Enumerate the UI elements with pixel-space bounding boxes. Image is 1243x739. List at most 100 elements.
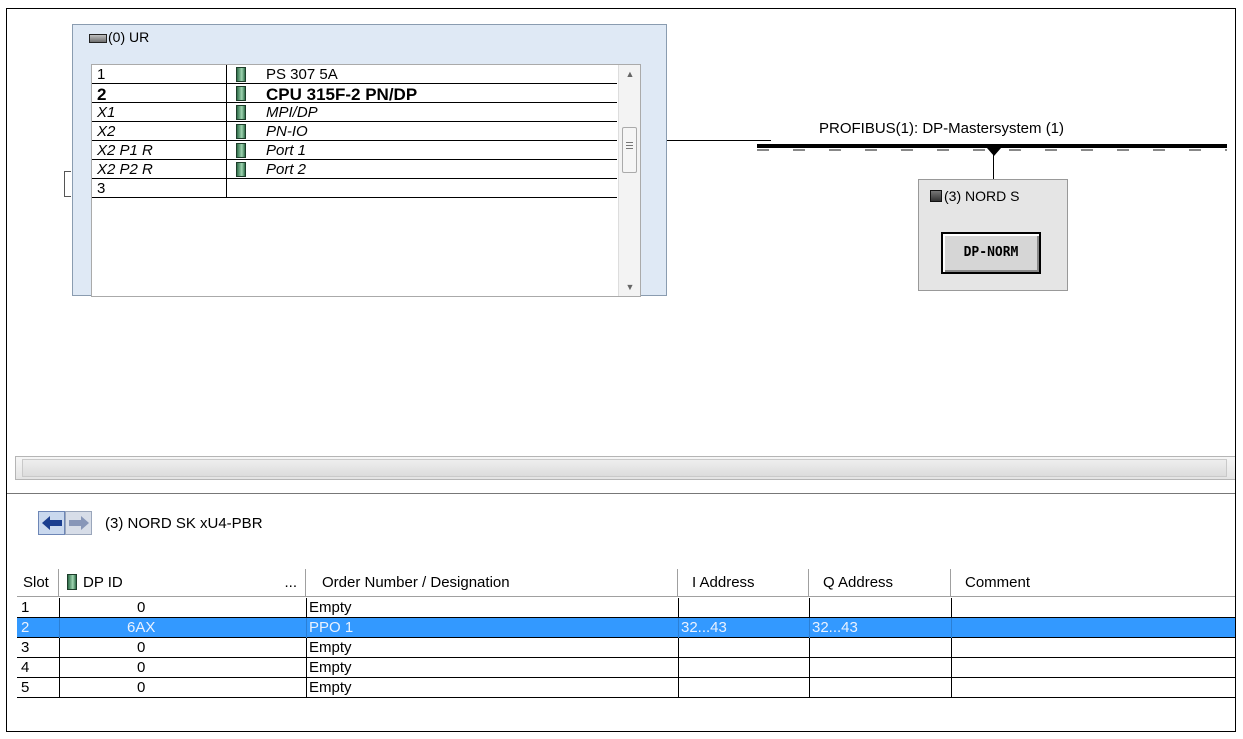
- column-header-order-number[interactable]: Order Number / Designation: [306, 569, 678, 597]
- column-divider: [306, 678, 307, 698]
- table-row[interactable]: 3 0 Empty: [17, 638, 1235, 658]
- i-address-cell: 32...43: [681, 619, 727, 636]
- rack-slot-label: 1: [97, 66, 106, 83]
- column-header-label: Comment: [965, 574, 1031, 591]
- column-header-q-address[interactable]: Q Address: [809, 569, 951, 597]
- table-row-selected[interactable]: 2 6AX PPO 1 32...43 32...43: [17, 618, 1235, 638]
- rack-title: (0) UR: [89, 29, 149, 45]
- rack-connector-stub: [64, 171, 71, 197]
- column-divider: [226, 84, 227, 103]
- scroll-up-arrow-icon[interactable]: ▲: [619, 65, 640, 83]
- rack-row[interactable]: X2 P1 R Port 1: [92, 141, 617, 160]
- scroll-down-arrow-icon[interactable]: ▼: [619, 278, 640, 296]
- hw-config-window: (0) UR 1 PS 307 5A 2 CPU 315F-2 PN/DP X1…: [6, 8, 1236, 732]
- rack-slot-label: X1: [97, 104, 116, 121]
- column-divider: [59, 598, 60, 618]
- order-cell: Empty: [309, 639, 352, 656]
- order-cell: Empty: [309, 659, 352, 676]
- column-divider: [678, 598, 679, 618]
- module-icon: [236, 162, 246, 177]
- scroll-thumb[interactable]: [622, 127, 637, 173]
- column-divider: [306, 618, 307, 638]
- rack-module-name: CPU 315F-2 PN/DP: [266, 85, 418, 104]
- column-divider: [226, 179, 227, 198]
- dpid-cell: 0: [137, 659, 146, 676]
- column-divider: [951, 678, 952, 698]
- rack-slot-label: X2: [97, 123, 116, 140]
- arrow-right-icon: [69, 516, 89, 530]
- table-header: Slot DP ID... Order Number / Designation…: [17, 569, 1235, 597]
- column-divider: [59, 638, 60, 658]
- column-divider: [809, 658, 810, 678]
- slot-cell: 5: [21, 679, 30, 696]
- arrow-left-icon: [42, 516, 62, 530]
- column-divider: [678, 678, 679, 698]
- table-row[interactable]: 4 0 Empty: [17, 658, 1235, 678]
- slot-cell: 2: [21, 619, 30, 636]
- column-divider: [306, 658, 307, 678]
- detail-title: (3) NORD SK xU4-PBR: [105, 515, 263, 532]
- bus-drop-line: [993, 149, 994, 179]
- module-icon: [236, 143, 246, 158]
- rack-module-name: MPI/DP: [266, 104, 318, 121]
- rack-station[interactable]: (0) UR 1 PS 307 5A 2 CPU 315F-2 PN/DP X1…: [72, 24, 667, 297]
- rack-module-name: PN-IO: [266, 123, 308, 140]
- profibus-label[interactable]: PROFIBUS(1): DP-Mastersystem (1): [819, 120, 1064, 137]
- column-divider: [809, 598, 810, 618]
- back-button[interactable]: [38, 511, 65, 535]
- rack-module-name: Port 2: [266, 161, 307, 178]
- rack-row[interactable]: X1 MPI/DP: [92, 103, 617, 122]
- rack-scrollbar[interactable]: ▲ ▼: [618, 65, 640, 296]
- rack-slot-label: 2: [97, 85, 107, 104]
- rack-row[interactable]: X2 P2 R Port 2: [92, 160, 617, 179]
- forward-button[interactable]: [65, 511, 92, 535]
- module-icon: [236, 86, 246, 101]
- table-row[interactable]: 5 0 Empty: [17, 678, 1235, 698]
- rack-row[interactable]: 1 PS 307 5A: [92, 65, 617, 84]
- dp-slave-icon: [930, 190, 942, 202]
- rack-row[interactable]: 2 CPU 315F-2 PN/DP: [92, 84, 617, 104]
- column-divider: [226, 122, 227, 141]
- q-address-cell: 32...43: [812, 619, 858, 636]
- dp-slave-node[interactable]: (3) NORD S DP-NORM: [918, 179, 1068, 291]
- rack-title-text: (0) UR: [108, 29, 150, 45]
- module-icon: [236, 105, 246, 120]
- dpid-cell: 6AX: [127, 619, 156, 636]
- order-cell: Empty: [309, 679, 352, 696]
- column-header-slot[interactable]: Slot: [17, 569, 59, 597]
- slave-title-text: (3) NORD S: [944, 188, 1020, 204]
- column-header-label: Order Number / Designation: [322, 574, 510, 591]
- column-divider: [678, 658, 679, 678]
- rack-row[interactable]: X2 PN-IO: [92, 122, 617, 141]
- column-divider: [951, 598, 952, 618]
- horizontal-scrollbar[interactable]: [15, 456, 1235, 480]
- module-icon: [236, 67, 246, 82]
- column-divider: [809, 618, 810, 638]
- dp-norm-button[interactable]: DP-NORM: [941, 232, 1041, 274]
- column-header-comment[interactable]: Comment: [951, 569, 1235, 597]
- pane-divider[interactable]: [7, 493, 1235, 494]
- column-header-i-address[interactable]: I Address: [678, 569, 809, 597]
- column-divider: [306, 598, 307, 618]
- column-divider: [678, 618, 679, 638]
- rack-to-bus-link: [667, 140, 771, 141]
- column-divider: [678, 638, 679, 658]
- column-divider: [59, 678, 60, 698]
- column-divider: [306, 638, 307, 658]
- rack-row[interactable]: 3: [92, 179, 617, 198]
- table-row[interactable]: 1 0 Empty: [17, 598, 1235, 618]
- column-divider: [809, 638, 810, 658]
- rack-slot-label: X2 P1 R: [97, 142, 153, 159]
- column-header-label: DP ID: [83, 574, 123, 591]
- bus-connector-arrow-icon: [987, 148, 1001, 156]
- module-icon: [236, 124, 246, 139]
- column-divider: [809, 678, 810, 698]
- module-icon: [67, 574, 77, 590]
- rack-slot-table: 1 PS 307 5A 2 CPU 315F-2 PN/DP X1 MPI/DP…: [91, 64, 641, 297]
- column-header-label: Q Address: [823, 574, 894, 591]
- slot-cell: 3: [21, 639, 30, 656]
- scroll-thumb[interactable]: [22, 459, 1227, 477]
- rack-slot-label: 3: [97, 180, 106, 197]
- order-cell: PPO 1: [309, 619, 354, 636]
- column-header-dpid[interactable]: DP ID...: [59, 569, 306, 597]
